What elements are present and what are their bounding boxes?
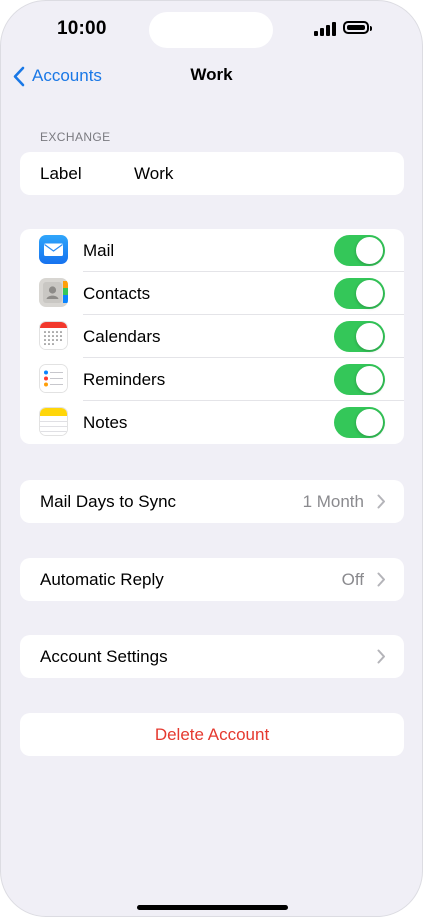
battery-icon xyxy=(343,21,372,34)
exchange-section-header: EXCHANGE xyxy=(40,130,111,144)
automatic-reply-card: Automatic Reply Off xyxy=(20,558,404,601)
mail-toggle[interactable] xyxy=(334,235,385,266)
sync-row-notes: Notes xyxy=(20,401,404,444)
mail-days-card: Mail Days to Sync 1 Month xyxy=(20,480,404,523)
sync-label-notes: Notes xyxy=(83,412,128,432)
delete-account-button[interactable]: Delete Account xyxy=(20,713,404,756)
mail-days-value: 1 Month xyxy=(302,491,364,511)
notes-icon xyxy=(39,407,68,436)
mail-icon xyxy=(39,235,68,264)
sync-row-contacts: Contacts xyxy=(20,272,404,315)
sync-row-reminders: Reminders xyxy=(20,358,404,401)
phone-screen: 10:00 Accounts Work EXCHANGE Label Work xyxy=(0,0,423,917)
automatic-reply-row[interactable]: Automatic Reply Off xyxy=(20,558,404,601)
chevron-right-icon xyxy=(377,572,385,587)
notes-toggle[interactable] xyxy=(334,407,385,438)
mail-days-label: Mail Days to Sync xyxy=(40,491,177,511)
reminders-toggle[interactable] xyxy=(334,364,385,395)
mail-days-row[interactable]: Mail Days to Sync 1 Month xyxy=(20,480,404,523)
sync-row-calendars: Calendars xyxy=(20,315,404,358)
cellular-signal-icon xyxy=(314,22,336,36)
status-time: 10:00 xyxy=(57,18,107,39)
reminders-icon xyxy=(39,364,68,393)
contacts-icon xyxy=(39,278,68,307)
page-title: Work xyxy=(190,65,233,84)
chevron-right-icon xyxy=(377,494,385,509)
sync-label-reminders: Reminders xyxy=(83,369,166,389)
automatic-reply-label: Automatic Reply xyxy=(40,569,164,589)
sync-label-mail: Mail xyxy=(83,240,115,260)
automatic-reply-value: Off xyxy=(341,569,364,589)
calendar-icon xyxy=(39,321,68,350)
account-settings-card: Account Settings xyxy=(20,635,404,678)
account-settings-row[interactable]: Account Settings xyxy=(20,635,404,678)
account-settings-label: Account Settings xyxy=(40,646,168,666)
label-key: Label xyxy=(40,163,82,183)
chevron-right-icon xyxy=(377,649,385,664)
sync-card: Mail Contacts Calendars Reminders Notes xyxy=(20,229,404,444)
label-row[interactable]: Label Work xyxy=(20,152,404,195)
delete-account-card: Delete Account xyxy=(20,713,404,756)
contacts-toggle[interactable] xyxy=(334,278,385,309)
home-indicator[interactable] xyxy=(137,905,288,910)
dynamic-island xyxy=(149,12,273,48)
label-value-field[interactable]: Work xyxy=(134,164,173,184)
exchange-card: Label Work xyxy=(20,152,404,195)
sync-label-contacts: Contacts xyxy=(83,283,151,303)
calendars-toggle[interactable] xyxy=(334,321,385,352)
sync-label-calendars: Calendars xyxy=(83,326,161,346)
sync-row-mail: Mail xyxy=(20,229,404,272)
